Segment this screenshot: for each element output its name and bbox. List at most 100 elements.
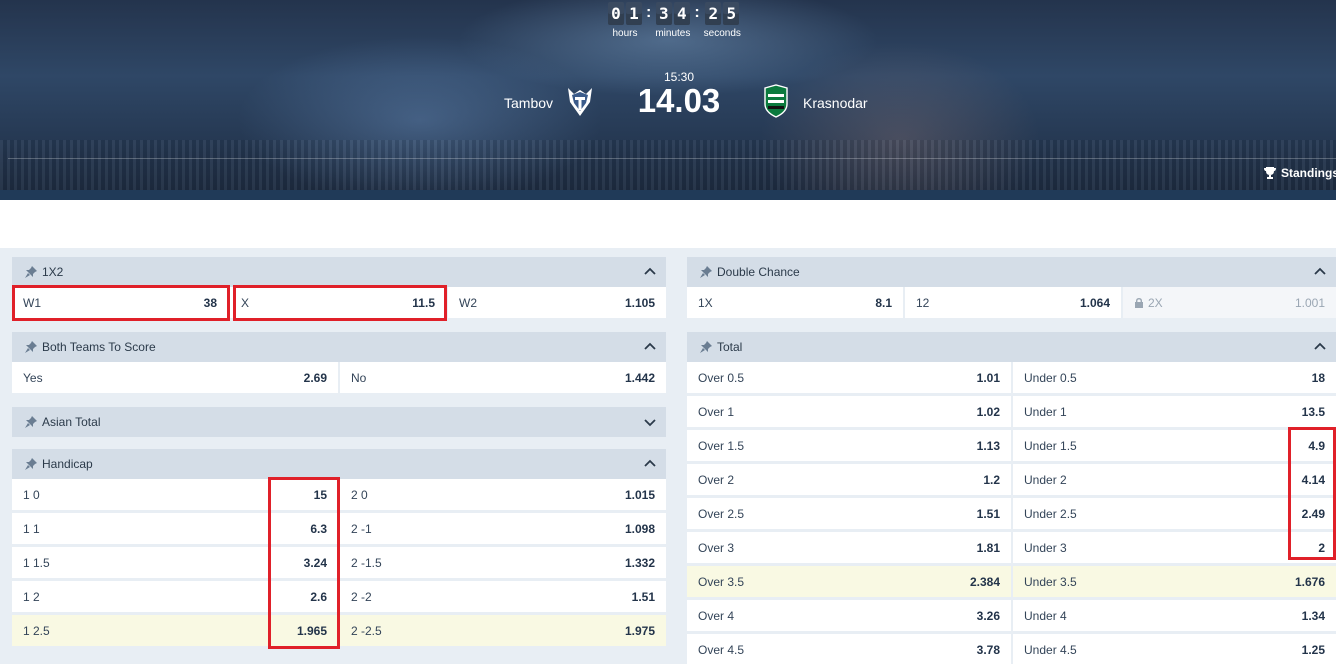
countdown-separator: : <box>646 4 652 21</box>
odd-cell-x[interactable]: X 11.5 <box>230 287 446 318</box>
handicap-cell-team2[interactable]: 2 0 1.015 <box>340 479 666 510</box>
outcome-odd: 15 <box>313 487 327 502</box>
total-under-cell[interactable]: Under 3.5 1.676 <box>1013 566 1336 597</box>
total-under-cell[interactable]: Under 2.5 2.49 <box>1013 498 1336 529</box>
outcome-odd: 1.81 <box>976 540 1000 555</box>
outcome-odd: 1.442 <box>624 370 655 385</box>
countdown-minutes: 3 4 minutes <box>655 2 690 39</box>
total-over-cell[interactable]: Over 4.5 3.78 <box>687 634 1011 664</box>
outcome-odd: 2.384 <box>969 574 1000 589</box>
chevron-up-icon[interactable] <box>1314 341 1326 353</box>
handicap-cell-team1[interactable]: 1 2.5 1.965 <box>12 615 338 646</box>
chevron-up-icon[interactable] <box>644 458 656 470</box>
outcome-odd: 1.098 <box>624 521 655 536</box>
outcome-label: No <box>351 370 367 385</box>
market-title: Handicap <box>42 457 93 471</box>
chevron-up-icon[interactable] <box>1314 266 1326 278</box>
away-team-name[interactable]: Krasnodar <box>803 95 868 111</box>
countdown-label: minutes <box>655 28 691 39</box>
chevron-up-icon[interactable] <box>644 341 656 353</box>
odd-cell-no[interactable]: No 1.442 <box>340 362 666 393</box>
outcome-odd: 3.24 <box>303 555 327 570</box>
outcome-label: Over 2 <box>698 472 735 487</box>
total-under-cell[interactable]: Under 3 2 <box>1013 532 1336 563</box>
outcome-label: 1 2.5 <box>23 623 50 638</box>
market-header-double-chance[interactable]: Double Chance <box>687 257 1336 287</box>
outcome-label: 1 0 <box>23 487 40 502</box>
standings-button[interactable]: Standings <box>1263 166 1336 180</box>
handicap-cell-team2[interactable]: 2 -1.5 1.332 <box>340 547 666 578</box>
stadium-background <box>0 140 1336 190</box>
total-under-cell[interactable]: Under 4.5 1.25 <box>1013 634 1336 664</box>
outcome-label: Under 3.5 <box>1024 574 1077 589</box>
total-over-cell[interactable]: Over 1 1.02 <box>687 396 1011 427</box>
outcome-odd: 1.064 <box>1079 295 1110 310</box>
pin-icon[interactable] <box>25 266 37 278</box>
pin-icon[interactable] <box>25 341 37 353</box>
outcome-label: 2 -2 <box>351 589 372 604</box>
odd-cell-12[interactable]: 12 1.064 <box>905 287 1121 318</box>
outcome-odd: 2.6 <box>310 589 327 604</box>
odd-cell-w1[interactable]: W1 38 <box>12 287 228 318</box>
countdown-digit: 0 <box>608 2 624 25</box>
market-header-total[interactable]: Total <box>687 332 1336 362</box>
total-under-cell[interactable]: Under 1 13.5 <box>1013 396 1336 427</box>
outcome-odd: 1.51 <box>631 589 655 604</box>
total-under-cell[interactable]: Under 1.5 4.9 <box>1013 430 1336 461</box>
pin-icon[interactable] <box>25 458 37 470</box>
handicap-cell-team1[interactable]: 1 1.5 3.24 <box>12 547 338 578</box>
outcome-label: Over 4 <box>698 608 735 623</box>
total-under-cell[interactable]: Under 0.5 18 <box>1013 362 1336 393</box>
total-over-cell[interactable]: Over 3 1.81 <box>687 532 1011 563</box>
odd-cell-1x[interactable]: 1X 8.1 <box>687 287 903 318</box>
countdown-label: hours <box>612 28 638 39</box>
outcome-label: 2 0 <box>351 487 368 502</box>
total-over-cell[interactable]: Over 2 1.2 <box>687 464 1011 495</box>
pin-icon[interactable] <box>700 266 712 278</box>
outcome-odd: 4.9 <box>1308 438 1325 453</box>
outcome-odd: 1.332 <box>624 555 655 570</box>
outcome-label: Over 3.5 <box>698 574 745 589</box>
total-over-cell[interactable]: Over 0.5 1.01 <box>687 362 1011 393</box>
outcome-odd: 1.02 <box>976 404 1000 419</box>
market-title: 1X2 <box>42 265 64 279</box>
outcome-odd: 3.78 <box>976 642 1000 657</box>
total-over-cell[interactable]: Over 2.5 1.51 <box>687 498 1011 529</box>
countdown-seconds: 2 5 seconds <box>704 2 741 39</box>
total-under-cell[interactable]: Under 4 1.34 <box>1013 600 1336 631</box>
outcome-label: Under 2 <box>1024 472 1067 487</box>
chevron-up-icon[interactable] <box>644 266 656 278</box>
outcome-label: W1 <box>23 295 41 310</box>
outcome-odd: 1.001 <box>1294 295 1325 310</box>
market-header-btts[interactable]: Both Teams To Score <box>12 332 666 362</box>
outcome-label: Under 4.5 <box>1024 642 1077 657</box>
outcome-label: Under 2.5 <box>1024 506 1077 521</box>
pin-icon[interactable] <box>700 341 712 353</box>
market-header-handicap[interactable]: Handicap <box>12 449 666 479</box>
handicap-cell-team1[interactable]: 1 2 2.6 <box>12 581 338 612</box>
outcome-odd: 11.5 <box>412 295 435 310</box>
handicap-cell-team2[interactable]: 2 -1 1.098 <box>340 513 666 544</box>
market-header-asian-total[interactable]: Asian Total <box>12 407 666 437</box>
outcome-label: Under 1 <box>1024 404 1067 419</box>
outcome-label: Over 4.5 <box>698 642 745 657</box>
outcome-label: Yes <box>23 370 43 385</box>
odd-cell-yes[interactable]: Yes 2.69 <box>12 362 338 393</box>
handicap-cell-team1[interactable]: 1 1 6.3 <box>12 513 338 544</box>
countdown-separator: : <box>694 4 700 21</box>
odd-cell-w2[interactable]: W2 1.105 <box>448 287 666 318</box>
total-over-cell[interactable]: Over 3.5 2.384 <box>687 566 1011 597</box>
handicap-cell-team2[interactable]: 2 -2 1.51 <box>340 581 666 612</box>
handicap-cell-team2[interactable]: 2 -2.5 1.975 <box>340 615 666 646</box>
total-over-cell[interactable]: Over 4 3.26 <box>687 600 1011 631</box>
match-hero-banner: 0 1 hours : 3 4 minutes : 2 5 seconds Ta… <box>0 0 1336 190</box>
market-title: Total <box>717 340 743 354</box>
market-header-1x2[interactable]: 1X2 <box>12 257 666 287</box>
outcome-label: 1 2 <box>23 589 40 604</box>
total-over-cell[interactable]: Over 1.5 1.13 <box>687 430 1011 461</box>
outcome-label: 2X <box>1148 295 1163 310</box>
total-under-cell[interactable]: Under 2 4.14 <box>1013 464 1336 495</box>
handicap-cell-team1[interactable]: 1 0 15 <box>12 479 338 510</box>
pin-icon[interactable] <box>25 416 37 428</box>
chevron-down-icon[interactable] <box>644 416 656 428</box>
